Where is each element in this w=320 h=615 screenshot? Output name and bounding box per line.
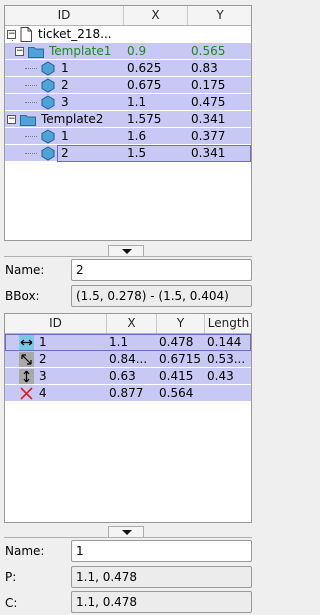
table-col-id[interactable]: ID	[5, 314, 107, 333]
tree-col-x[interactable]: X	[124, 6, 188, 25]
row-y: 0.415	[159, 369, 194, 383]
point-x: 1.6	[127, 129, 147, 143]
row-id: 2	[39, 352, 47, 366]
splitter-handle[interactable]	[108, 526, 144, 537]
splitter-handle[interactable]	[108, 245, 144, 256]
point-x: 0.625	[127, 61, 162, 75]
point-y: 0.175	[191, 78, 226, 92]
table-col-y[interactable]: Y	[157, 314, 205, 333]
point-y: 0.83	[191, 61, 218, 75]
point-x: 1.1	[127, 95, 147, 109]
table-col-length[interactable]: Length	[205, 314, 252, 333]
name-field[interactable]	[71, 259, 252, 281]
point-y: 0.475	[191, 95, 226, 109]
row-id: 4	[39, 386, 47, 400]
point-x: 1.5	[127, 146, 147, 160]
row-length: 0.43	[207, 369, 234, 383]
c-field: 1.1, 0.478	[71, 591, 252, 613]
template2-id: Template2	[41, 112, 104, 126]
row-x: 0.84...	[109, 352, 148, 366]
horizontal-arrow-icon	[19, 335, 34, 350]
bbox-field: (1.5, 0.278) - (1.5, 0.404)	[71, 285, 252, 307]
diagonal-arrow-icon	[19, 352, 34, 367]
folder-icon	[20, 115, 36, 126]
point-id: 3	[61, 95, 69, 109]
template1-x: 0.9	[127, 44, 147, 58]
tree-row-point[interactable]: 3 1.1 0.475	[5, 94, 251, 111]
red-x-icon	[20, 387, 33, 400]
point-y: 0.377	[191, 129, 226, 143]
tree-row-point-selected[interactable]: 2 1.5 0.341	[5, 145, 251, 162]
row-x: 1.1	[109, 335, 129, 349]
point-id: 1	[61, 129, 69, 143]
document-icon	[20, 27, 32, 42]
tree-row-point[interactable]: 2 0.675 0.175	[5, 77, 251, 94]
point-y: 0.341	[191, 146, 226, 160]
table-row[interactable]: 3 0.63 0.415 0.43	[5, 368, 251, 385]
chevron-down-icon	[122, 530, 132, 535]
row-id: 1	[39, 335, 47, 349]
template2-y: 0.341	[191, 112, 226, 126]
bbox-label: BBox:	[5, 289, 40, 303]
table-row[interactable]: 2 0.84... 0.6715 0.53...	[5, 351, 251, 368]
collapse-icon[interactable]: −	[7, 115, 16, 124]
collapse-icon[interactable]: −	[15, 47, 24, 56]
p-field: 1.1, 0.478	[71, 566, 252, 588]
template1-id: Template1	[49, 44, 112, 58]
hexagon-icon	[41, 146, 55, 161]
name-label: Name:	[5, 544, 45, 558]
template1-y: 0.565	[191, 44, 226, 58]
row-x: 0.877	[109, 386, 144, 400]
vertical-arrow-icon	[19, 369, 34, 384]
root-label: ticket_218...	[38, 27, 112, 41]
name-label: Name:	[5, 263, 45, 277]
tree-col-id[interactable]: ID	[5, 6, 124, 25]
row-length: 0.144	[207, 335, 242, 349]
hexagon-icon	[41, 95, 55, 110]
table-col-x[interactable]: X	[107, 314, 157, 333]
tree-row-template1[interactable]: − Template1 0.9 0.565	[5, 43, 251, 60]
points-table[interactable]: ID X Y Length 1 1.1 0.478 0.144 2 0.84..…	[4, 313, 252, 523]
chevron-down-icon	[122, 249, 132, 254]
hexagon-icon	[41, 129, 55, 144]
row-y: 0.6715	[159, 352, 201, 366]
hexagon-icon	[41, 78, 55, 93]
tree-header: ID X Y	[5, 6, 251, 26]
point-x: 0.675	[127, 78, 162, 92]
tree-row-point[interactable]: 1 0.625 0.83	[5, 60, 251, 77]
tree-row-template2[interactable]: − Template2 1.575 0.341	[5, 111, 251, 128]
tree-row-point[interactable]: 1 1.6 0.377	[5, 128, 251, 145]
point-id: 2	[61, 78, 69, 92]
divider	[4, 537, 252, 538]
row-id: 3	[39, 369, 47, 383]
table-header: ID X Y Length	[5, 314, 251, 334]
row-y: 0.564	[159, 386, 194, 400]
tree-row-root[interactable]: − ticket_218...	[5, 26, 251, 43]
name-field[interactable]	[71, 540, 252, 562]
table-row-selected[interactable]: 1 1.1 0.478 0.144	[5, 334, 251, 351]
collapse-icon[interactable]: −	[7, 30, 16, 39]
divider	[4, 256, 252, 257]
c-label: C:	[5, 596, 18, 610]
row-length	[207, 385, 251, 402]
row-length: 0.53...	[207, 352, 246, 366]
template2-x: 1.575	[127, 112, 162, 126]
tree-col-y[interactable]: Y	[188, 6, 252, 25]
point-id: 1	[61, 61, 69, 75]
row-y: 0.478	[159, 335, 194, 349]
folder-icon	[28, 47, 44, 58]
table-row[interactable]: 4 0.877 0.564	[5, 385, 251, 402]
hexagon-icon	[41, 61, 55, 76]
tree-panel[interactable]: ID X Y − ticket_218... − Template1 0.9 0…	[4, 5, 252, 241]
row-x: 0.63	[109, 369, 136, 383]
point-id: 2	[61, 146, 69, 160]
p-label: P:	[5, 570, 17, 584]
